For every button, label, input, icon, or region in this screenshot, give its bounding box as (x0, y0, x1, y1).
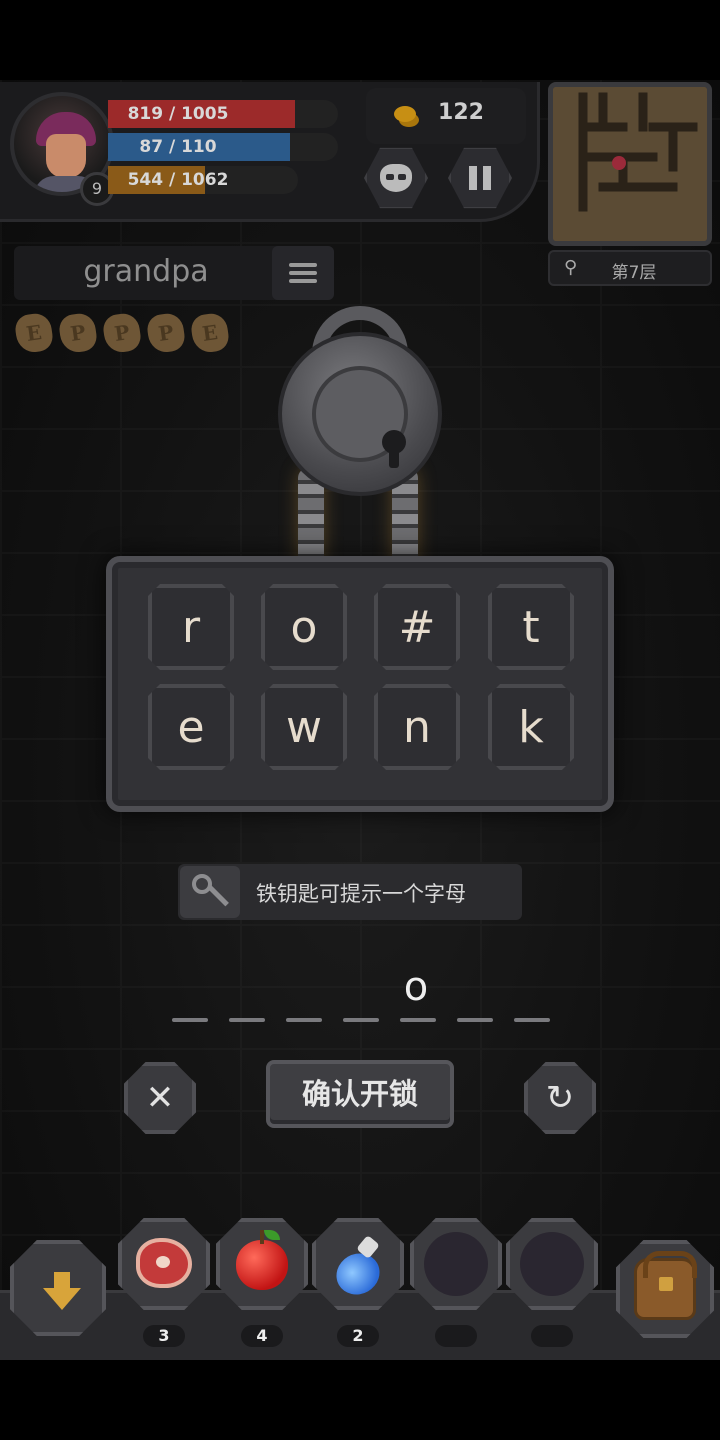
xp-text: 544 / 1062 (127, 170, 229, 190)
answer-letter: o (403, 964, 429, 1010)
descend-button[interactable] (10, 1240, 106, 1336)
pet-face-icon (380, 164, 412, 192)
rune-stone: E (189, 311, 231, 355)
answer-slot (229, 1018, 265, 1022)
hp-text: 819 / 1005 (127, 104, 229, 124)
down-arrow-icon (43, 1288, 81, 1310)
padlock (278, 332, 442, 496)
confirm-unlock-button[interactable]: 确认开锁 (266, 1060, 454, 1128)
answer-slot (343, 1018, 379, 1022)
rune-stone: E (13, 311, 55, 355)
hint-text: 铁钥匙可提示一个字母 (256, 882, 466, 906)
item-count (531, 1325, 573, 1347)
rune-stone: P (145, 311, 187, 355)
gold-counter: 122 (366, 88, 526, 144)
key-ring (192, 874, 212, 894)
xp-bar: 544 / 1062 (108, 166, 298, 194)
item-count: 2 (337, 1325, 379, 1347)
letter-tile[interactable]: o (261, 584, 347, 670)
inventory-slot-apple[interactable] (216, 1218, 308, 1310)
letter-tile[interactable]: r (148, 584, 234, 670)
apple-icon (236, 1230, 288, 1290)
list-icon-line (289, 263, 317, 267)
rune-stone: P (101, 311, 143, 355)
list-icon-line (289, 279, 317, 283)
answer-slot (400, 1018, 436, 1022)
inventory-slot-meat[interactable] (118, 1218, 210, 1310)
answer-slot (514, 1018, 550, 1022)
hint-bar[interactable]: 铁钥匙可提示一个字母 (178, 864, 522, 920)
letter-board: r o # t e w n k (106, 556, 614, 812)
item-count: 4 (241, 1325, 283, 1347)
letter-tile[interactable]: n (374, 684, 460, 770)
letter-tile[interactable]: t (488, 584, 574, 670)
backpack-icon (634, 1251, 697, 1320)
inventory-slot-empty[interactable] (506, 1218, 598, 1310)
floor-indicator[interactable]: ⚲ 第7层 (548, 250, 712, 286)
mp-text: 87 / 110 (139, 137, 217, 157)
word-panel: grandpa (14, 246, 334, 300)
avatar-face (46, 134, 86, 178)
clear-button[interactable]: ✕ (124, 1062, 196, 1134)
backpack-button[interactable] (616, 1240, 714, 1338)
letter-tile[interactable]: w (261, 684, 347, 770)
item-count: 3 (143, 1325, 185, 1347)
minimap[interactable] (548, 82, 712, 246)
letter-tile[interactable]: k (488, 684, 574, 770)
answer-slot (286, 1018, 322, 1022)
item-count (435, 1325, 477, 1347)
padlock-plate (312, 366, 408, 468)
letter-tile[interactable]: e (148, 684, 234, 770)
key-icon (180, 866, 240, 918)
gold-amount: 122 (438, 100, 484, 125)
pause-icon (469, 166, 491, 190)
keyhole-slot (389, 448, 399, 468)
gold-coin-icon (394, 106, 416, 122)
target-word: grandpa (83, 254, 209, 289)
word-list-button[interactable] (272, 246, 334, 300)
hp-bar: 819 / 1005 (108, 100, 338, 128)
meat-icon (136, 1238, 192, 1288)
answer-slot (457, 1018, 493, 1022)
rune-stone: P (57, 311, 99, 355)
answer-slots (172, 1018, 550, 1022)
potion-icon (328, 1234, 388, 1303)
rune-row: E P P P E (13, 311, 231, 355)
floor-text: 第7层 (611, 263, 657, 283)
player-marker-icon (612, 156, 626, 170)
potion-bulb (328, 1245, 388, 1303)
key-shaft (207, 884, 229, 907)
inventory-slot-empty[interactable] (410, 1218, 502, 1310)
answer-slot (172, 1018, 208, 1022)
game-screen: 9 819 / 1005 87 / 110 544 / 1062 122 ⚲ 第… (0, 80, 720, 1360)
empty-slot (520, 1232, 584, 1296)
inventory-slot-potion[interactable] (312, 1218, 404, 1310)
mp-bar: 87 / 110 (108, 133, 338, 161)
minimap-maze (553, 87, 707, 241)
search-icon: ⚲ (564, 257, 578, 278)
letter-tile[interactable]: # (374, 584, 460, 670)
reset-button[interactable]: ↻ (524, 1062, 596, 1134)
empty-slot (424, 1232, 488, 1296)
list-icon-line (289, 271, 317, 275)
